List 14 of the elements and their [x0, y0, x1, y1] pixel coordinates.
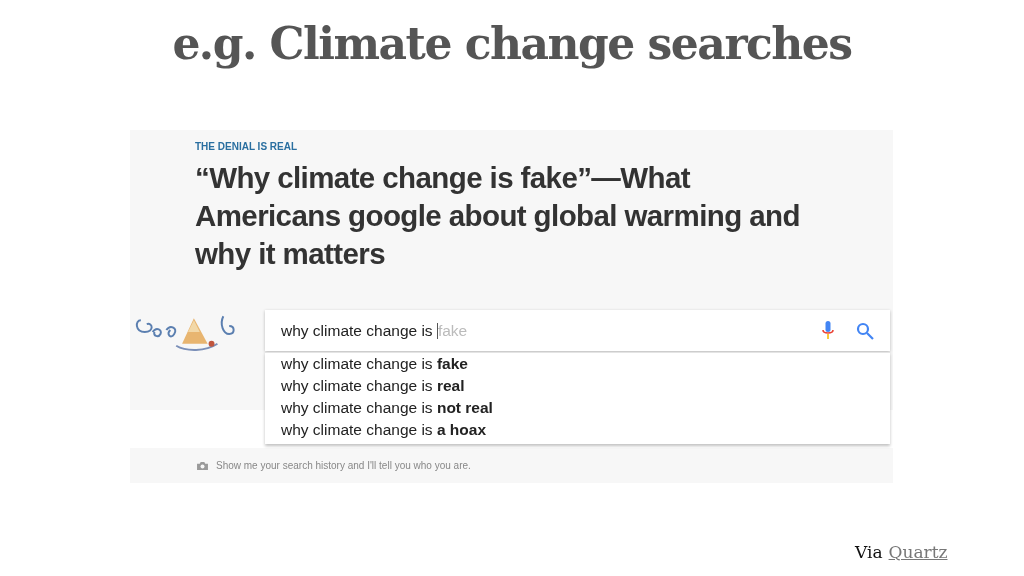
source-label: Via	[855, 542, 883, 562]
search-suggestion[interactable]: why climate change is fake	[281, 353, 468, 375]
camera-icon	[196, 460, 209, 471]
article-headline: “Why climate change is fake”—What Americans google about global warming and why it matters	[195, 160, 801, 272]
photo-caption: Show me your search history and I'll tell you who you are.	[216, 460, 471, 471]
source-link[interactable]: Quartz	[888, 542, 948, 562]
search-field[interactable]: why climate change is fake	[265, 310, 890, 351]
slide-title: e.g. Climate change searches	[171, 17, 853, 71]
search-icon[interactable]	[856, 321, 874, 340]
article-kicker: THE DENIAL IS REAL	[195, 141, 299, 152]
search-suggestion[interactable]: why climate change is real	[281, 375, 465, 397]
search-suggestion[interactable]: why climate change is not real	[281, 397, 493, 419]
microphone-icon[interactable]	[822, 320, 834, 341]
search-suggestion[interactable]: why climate change is a hoax	[281, 419, 487, 441]
